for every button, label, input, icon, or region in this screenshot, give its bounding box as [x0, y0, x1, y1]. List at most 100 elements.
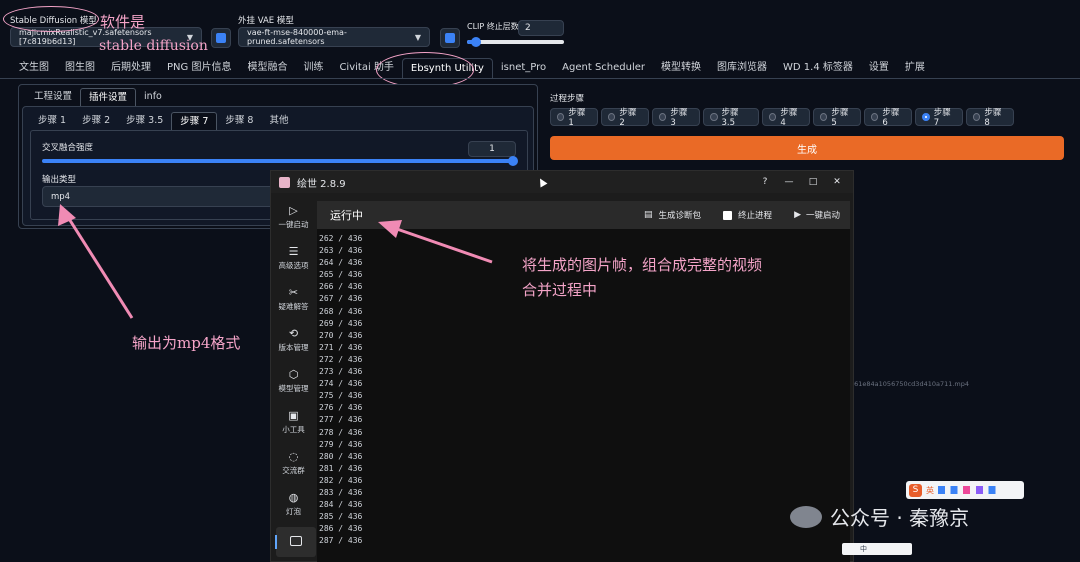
minimize-button[interactable]: —: [777, 177, 801, 187]
start-button[interactable]: ▶ 一键启动: [794, 209, 840, 221]
log-line: 277 / 436: [319, 415, 363, 425]
step-tab-3[interactable]: 步骤 7: [171, 112, 218, 130]
sidebar-item-5[interactable]: ▣ 小工具: [271, 402, 316, 443]
tab-10[interactable]: 模型转换: [653, 58, 709, 78]
left-tabs: 工程设置 插件设置 info: [26, 88, 170, 106]
tab-8[interactable]: isnet_Pro: [493, 58, 554, 78]
blend-slider-fill: [42, 159, 514, 163]
tab-2[interactable]: 后期处理: [103, 58, 159, 78]
log-line: 268 / 436: [319, 306, 363, 316]
huishi-toolbar: 运行中 ▤ 生成诊断包 终止进程 ▶ 一键启动: [317, 201, 850, 229]
clip-value-input[interactable]: 2: [518, 20, 564, 36]
annotation-circle-tab: [376, 52, 474, 88]
annotation-output-mp4: 输出为mp4格式: [132, 334, 241, 352]
annotation-software-is: 软件是: [100, 13, 146, 31]
sidebar-item-0[interactable]: ▷ 一键启动: [271, 197, 316, 238]
sidebar-active-indicator: [275, 535, 277, 549]
tab-14[interactable]: 扩展: [897, 58, 933, 78]
tab-3[interactable]: PNG 图片信息: [159, 58, 239, 78]
process-step-radio-5[interactable]: 步骤 5: [813, 108, 861, 128]
tab-5[interactable]: 训练: [295, 58, 331, 78]
diag-button[interactable]: ▤ 生成诊断包: [644, 209, 701, 221]
clip-slider[interactable]: [467, 37, 564, 47]
stop-label: 终止进程: [738, 211, 773, 221]
blend-value-input[interactable]: 1: [468, 141, 516, 157]
huishi-title: 绘世 2.8.9: [297, 178, 346, 190]
tab-1[interactable]: 图生图: [57, 58, 103, 78]
process-step-label: 步骤 7: [933, 108, 951, 128]
process-step-label: 步骤 3: [670, 108, 688, 128]
help-button[interactable]: ?: [753, 177, 777, 187]
play-icon: ▷: [289, 204, 298, 217]
left-tab-2[interactable]: info: [136, 88, 170, 106]
ime-mode[interactable]: 中: [860, 544, 867, 554]
step-tab-1[interactable]: 步骤 2: [74, 112, 118, 130]
tab-4[interactable]: 模型融合: [239, 58, 295, 78]
process-steps-label: 过程步骤: [550, 94, 585, 104]
annotation-stable-diffusion: stable diffusion: [99, 38, 208, 54]
log-line: 279 / 436: [319, 439, 363, 449]
log-line: 270 / 436: [319, 330, 363, 340]
chat-icon: ◌: [288, 450, 299, 463]
generate-button[interactable]: 生成: [550, 136, 1064, 160]
radio-dot-icon: [922, 113, 930, 121]
log-line: 275 / 436: [319, 391, 363, 401]
sidebar-bottom-item[interactable]: [275, 527, 316, 557]
sidebar-item-label: 版本管理: [278, 343, 309, 352]
sidebar-item-2[interactable]: ✂ 疑难解答: [271, 279, 316, 320]
close-button[interactable]: ✕: [825, 177, 849, 187]
log-line: 262 / 436: [319, 234, 363, 243]
watermark: 公众号 · 秦豫京: [790, 502, 969, 531]
bulb-icon: ◍: [288, 491, 299, 504]
tab-0[interactable]: 文生图: [11, 58, 57, 78]
refresh-model-button[interactable]: [211, 28, 231, 48]
output-type-select[interactable]: mp4: [42, 186, 282, 207]
sidebar-item-3[interactable]: ⟲ 版本管理: [271, 320, 316, 361]
radio-dot-icon: [557, 113, 565, 121]
output-type-label: 输出类型: [42, 175, 77, 185]
refresh-vae-button[interactable]: [440, 28, 460, 48]
stop-checkbox[interactable]: [723, 210, 733, 220]
tab-11[interactable]: 图库浏览器: [709, 58, 775, 78]
log-line: 271 / 436: [319, 342, 363, 352]
log-line: 285 / 436: [319, 512, 363, 522]
process-step-radio-4[interactable]: 步骤 4: [762, 108, 810, 128]
vae-select[interactable]: vae-ft-mse-840000-ema-pruned.safetensors…: [238, 27, 430, 47]
blend-slider-handle[interactable]: [508, 156, 518, 166]
sidebar-item-1[interactable]: ☰ 高级选项: [271, 238, 316, 279]
sidebar-item-6[interactable]: ◌ 交流群: [271, 443, 316, 484]
left-tab-0[interactable]: 工程设置: [26, 88, 80, 106]
sidebar-item-7[interactable]: ◍ 灯泡: [271, 484, 316, 525]
huishi-titlebar: 绘世 2.8.9 ? — □ ✕: [271, 171, 853, 193]
tab-12[interactable]: WD 1.4 标签器: [775, 58, 861, 78]
terminal-icon: [290, 536, 302, 546]
log-line: 286 / 436: [319, 524, 363, 534]
stop-process-toggle[interactable]: 终止进程: [723, 209, 772, 221]
process-step-radio-0[interactable]: 步骤 1: [550, 108, 598, 128]
vae-label: 外挂 VAE 模型: [238, 16, 294, 26]
sidebar-item-label: 灯泡: [286, 507, 301, 516]
sidebar-item-4[interactable]: ⬡ 模型管理: [271, 361, 316, 402]
process-step-radio-3[interactable]: 步骤 3.5: [703, 108, 759, 128]
process-step-radio-7[interactable]: 步骤 7: [915, 108, 963, 128]
process-step-radio-1[interactable]: 步骤 2: [601, 108, 649, 128]
step-tab-0[interactable]: 步骤 1: [30, 112, 74, 130]
vae-value: vae-ft-mse-840000-ema-pruned.safetensors: [247, 28, 347, 46]
blend-slider[interactable]: [42, 156, 518, 166]
step-tab-4[interactable]: 步骤 8: [217, 112, 261, 130]
clip-slider-handle[interactable]: [471, 37, 481, 47]
tab-9[interactable]: Agent Scheduler: [554, 58, 653, 78]
process-step-radio-8[interactable]: 步骤 8: [966, 108, 1014, 128]
huishi-sidebar: ▷ 一键启动 ☰ 高级选项 ✂ 疑难解答 ⟲ 版本管理 ⬡ 模型管理 ▣ 小工具 ◌ 交流群 ◍ 灯泡: [271, 197, 316, 562]
tab-13[interactable]: 设置: [861, 58, 897, 78]
step-tabs: 步骤 1 步骤 2 步骤 3.5 步骤 7 步骤 8 其他: [30, 112, 296, 130]
maximize-button[interactable]: □: [801, 177, 825, 187]
ime-lang[interactable]: 英: [926, 485, 934, 496]
left-tab-1[interactable]: 插件设置: [80, 88, 137, 106]
process-step-radio-2[interactable]: 步骤 3: [652, 108, 700, 128]
step-tab-2[interactable]: 步骤 3.5: [118, 112, 171, 130]
process-step-label: 步骤 2: [619, 108, 637, 128]
step-tab-5[interactable]: 其他: [261, 112, 296, 130]
process-step-radio-6[interactable]: 步骤 6: [864, 108, 912, 128]
cube-icon: ⬡: [288, 368, 299, 381]
